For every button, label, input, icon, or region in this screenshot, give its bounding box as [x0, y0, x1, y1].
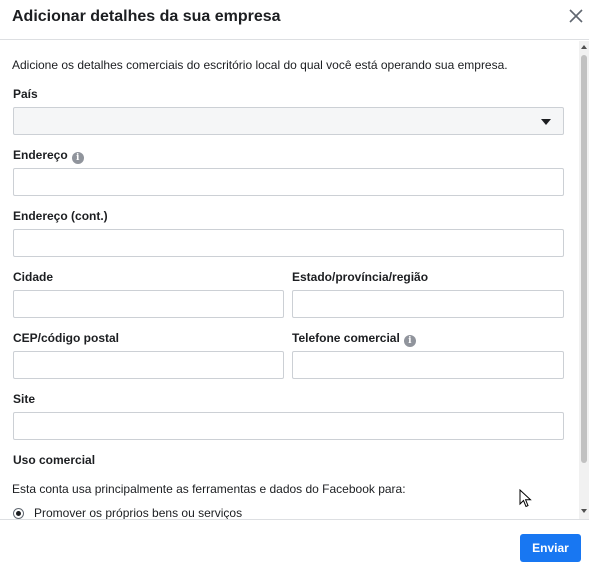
site-label: Site: [13, 392, 36, 406]
business-details-dialog: Adicionar detalhes da sua empresa Adicio…: [0, 0, 589, 568]
usage-option-label[interactable]: Promover os próprios bens ou serviços: [34, 506, 242, 519]
scrollbar[interactable]: [579, 41, 589, 519]
country-select[interactable]: [13, 107, 564, 135]
chevron-down-icon: [541, 119, 551, 125]
info-icon[interactable]: i: [71, 152, 84, 164]
address2-input[interactable]: [13, 229, 564, 257]
city-input[interactable]: [13, 290, 284, 318]
zip-label: CEP/código postal: [13, 331, 120, 345]
zip-input[interactable]: [13, 351, 284, 379]
usage-label: Uso comercial: [13, 453, 96, 467]
mouse-cursor-icon: [519, 489, 532, 508]
country-label: País: [13, 87, 38, 101]
dialog-footer: Enviar: [0, 519, 589, 568]
address-input[interactable]: [13, 168, 564, 196]
phone-label-text: Telefone comercial: [292, 331, 400, 345]
address-label-text: Endereço: [13, 148, 68, 162]
info-icon[interactable]: i: [403, 335, 416, 347]
submit-button[interactable]: Enviar: [520, 534, 581, 562]
state-label: Estado/província/região: [292, 270, 429, 284]
usage-description: Esta conta usa principalmente as ferrame…: [12, 482, 406, 496]
state-input[interactable]: [292, 290, 564, 318]
city-label: Cidade: [13, 270, 54, 284]
dialog-title: Adicionar detalhes da sua empresa: [12, 8, 281, 25]
scroll-up-icon[interactable]: [581, 45, 587, 49]
phone-label: Telefone comercial i: [292, 331, 416, 347]
intro-text: Adicione os detalhes comerciais do escri…: [12, 58, 508, 72]
usage-option-radio[interactable]: [13, 508, 24, 519]
radio-selected-dot: [16, 511, 21, 516]
phone-input[interactable]: [292, 351, 564, 379]
scroll-down-icon[interactable]: [581, 509, 587, 513]
address2-label: Endereço (cont.): [13, 209, 108, 223]
scrollbar-thumb[interactable]: [581, 55, 587, 463]
dialog-header: Adicionar detalhes da sua empresa: [0, 0, 589, 40]
address-label: Endereço i: [13, 148, 84, 164]
site-input[interactable]: [13, 412, 564, 440]
close-icon[interactable]: [566, 6, 586, 26]
dialog-body: Adicione os detalhes comerciais do escri…: [0, 41, 579, 519]
